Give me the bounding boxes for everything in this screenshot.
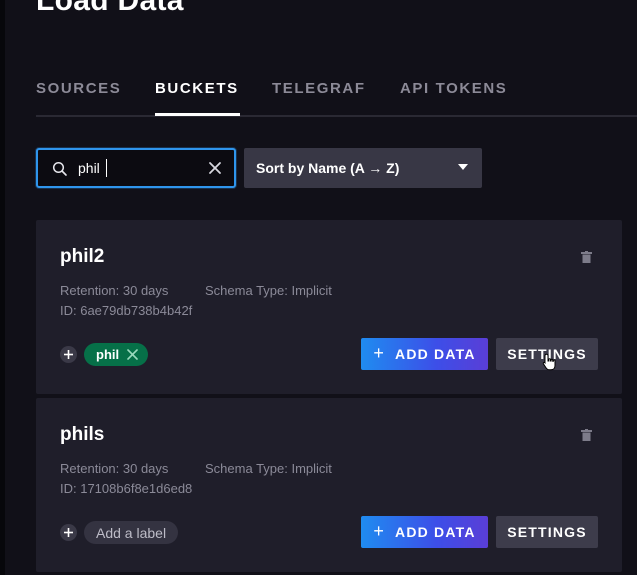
add-data-label: ADD DATA [395,524,476,540]
add-label-button[interactable] [60,346,77,363]
plus-icon: + [373,342,386,363]
tab-bar: SOURCES BUCKETS TELEGRAF API TOKENS [36,76,637,116]
tab-api-tokens[interactable]: API TOKENS [400,80,507,97]
add-data-label: ADD DATA [395,346,476,362]
bucket-schema-type: Schema Type: Implicit [205,283,332,298]
add-data-button[interactable]: + ADD DATA [361,516,488,548]
tab-sources[interactable]: SOURCES [36,80,121,97]
tab-telegraf[interactable]: TELEGRAF [272,80,366,97]
load-data-page: Load Data SOURCES BUCKETS TELEGRAF API T… [0,0,637,575]
sort-dropdown[interactable]: Sort by Name (A → Z) [244,148,482,188]
search-box[interactable] [36,148,236,188]
label-pill-text: phil [96,347,120,362]
add-data-button[interactable]: + ADD DATA [361,338,488,370]
settings-button[interactable]: SETTINGS [496,338,598,370]
bucket-name-link[interactable]: phil2 [60,246,104,268]
page-title: Load Data [36,0,184,17]
close-icon[interactable] [208,161,222,175]
bucket-card: phils Retention: 30 days Schema Type: Im… [36,398,622,572]
trash-icon[interactable] [581,429,592,441]
add-label-pill[interactable]: Add a label [84,521,179,544]
label-pill[interactable]: phil [84,343,149,366]
active-tab-indicator [155,113,240,116]
plus-icon [64,528,73,537]
chevron-down-icon [458,164,468,170]
text-caret [106,159,107,177]
nav-rail [0,0,5,575]
remove-label-icon[interactable] [127,349,138,360]
settings-button[interactable]: SETTINGS [496,516,598,548]
search-input[interactable] [78,158,198,178]
bucket-id: ID: 6ae79db738b4b42f [60,303,193,318]
bucket-id: ID: 17108b6f8e1d6ed8 [60,481,193,496]
search-icon [52,161,67,176]
trash-icon[interactable] [581,251,592,263]
bucket-retention: Retention: 30 days [60,283,169,298]
bucket-card: phil2 Retention: 30 days Schema Type: Im… [36,220,622,394]
bucket-name-link[interactable]: phils [60,424,104,446]
sort-selected-label: Sort by Name (A → Z) [256,160,400,176]
bucket-retention: Retention: 30 days [60,461,169,476]
plus-icon [64,350,73,359]
bucket-schema-type: Schema Type: Implicit [205,461,332,476]
plus-icon: + [373,520,386,541]
tab-buckets[interactable]: BUCKETS [155,80,239,97]
add-label-button[interactable] [60,524,77,541]
